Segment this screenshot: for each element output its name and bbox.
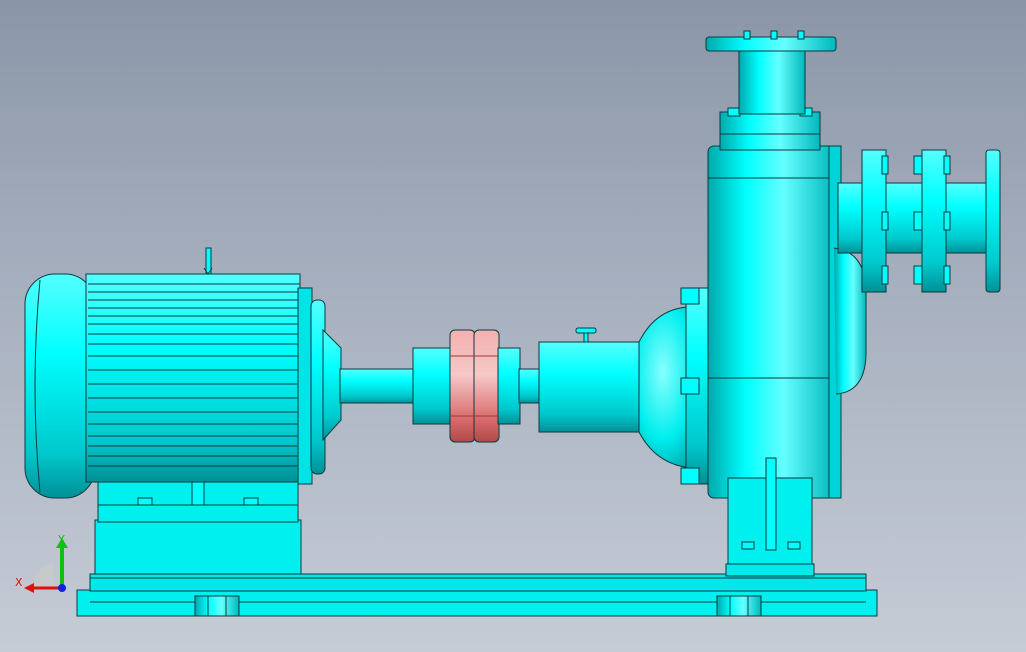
pump-assembly-model[interactable] (0, 0, 1026, 652)
triad-z-axis (58, 584, 66, 592)
triad-y-label: Y (58, 533, 65, 546)
electric-motor (24, 247, 342, 499)
pump-volute-elbow (833, 247, 867, 395)
outlet-pipe-vertical (705, 30, 837, 151)
base-plate (76, 573, 878, 617)
pipe-flange-2 (921, 149, 947, 293)
triad-plane (32, 562, 54, 588)
motor-body (85, 273, 301, 483)
shaft-coupling (412, 329, 521, 443)
triad-x-label: X (15, 576, 23, 589)
cad-viewport[interactable]: Y X (0, 0, 1026, 652)
pump-shaft (518, 368, 542, 404)
pipe-end-flange (985, 149, 1001, 293)
base-foot-right (716, 595, 762, 617)
motor-shaft (339, 368, 417, 404)
discharge-pipe-horizontal (837, 149, 1001, 293)
base-foot-left (194, 595, 240, 617)
coordinate-triad (24, 538, 68, 593)
